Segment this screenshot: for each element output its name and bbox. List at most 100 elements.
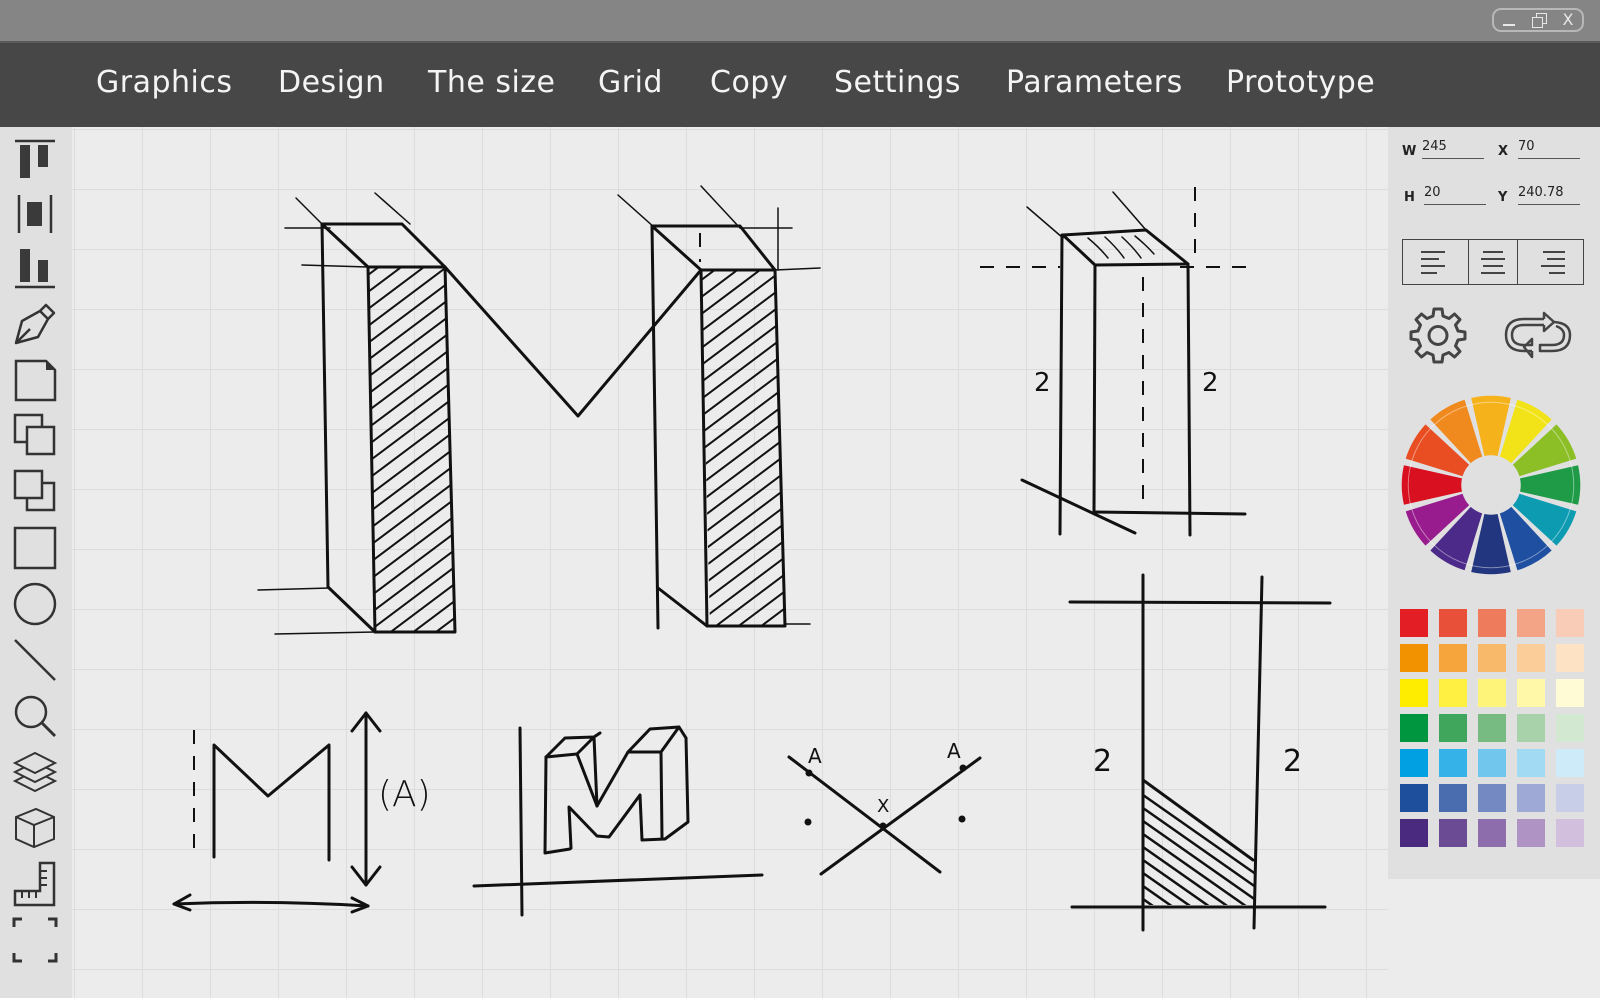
x-field[interactable]: X 70 (1498, 139, 1580, 159)
fullscreen-icon (12, 917, 58, 963)
width-input[interactable]: 245 (1422, 139, 1484, 159)
color-swatch[interactable] (1517, 714, 1545, 742)
column-front-view-sketch: 2 2 (1068, 573, 1332, 932)
pen-tool[interactable] (10, 299, 60, 349)
hatch-line (1143, 793, 1255, 879)
3d-m-block-sketch (472, 725, 764, 917)
point-label-x: X (877, 796, 889, 817)
menu-bar: Graphics Design The size Grid Copy Setti… (0, 41, 1600, 127)
color-swatch[interactable] (1439, 609, 1467, 637)
color-swatch[interactable] (1478, 714, 1506, 742)
dimension-label: 2 (1283, 744, 1302, 779)
color-swatch[interactable] (1439, 749, 1467, 777)
rectangle-tool[interactable] (10, 523, 60, 573)
dimension-label: 2 (1202, 368, 1219, 398)
zoom-tool[interactable] (10, 691, 60, 741)
title-bar: X (0, 0, 1600, 41)
height-label: H (1404, 190, 1415, 205)
hatch-line (368, 267, 455, 399)
fullscreen-tool[interactable] (10, 915, 60, 965)
color-wheel[interactable] (1398, 392, 1584, 578)
color-swatch[interactable] (1556, 819, 1584, 847)
color-swatch[interactable] (1439, 819, 1467, 847)
minimize-button[interactable] (1502, 24, 1515, 26)
ruler-tool[interactable] (10, 859, 60, 909)
color-swatch[interactable] (1556, 609, 1584, 637)
color-swatch[interactable] (1400, 749, 1428, 777)
sketch-layer: 2 2 2 2 (A) A A X (172, 127, 1332, 932)
line-tool[interactable] (10, 635, 60, 685)
hatch-line (340, 127, 820, 160)
color-swatch[interactable] (1517, 819, 1545, 847)
ellipse-tool[interactable] (10, 579, 60, 629)
text-align-group (1402, 239, 1584, 285)
y-field[interactable]: Y 240.78 (1498, 185, 1580, 205)
color-swatch[interactable] (1517, 679, 1545, 707)
color-swatch[interactable] (1478, 819, 1506, 847)
send-backward-tool[interactable] (10, 467, 60, 517)
bring-forward-tool[interactable] (10, 411, 60, 461)
color-swatch[interactable] (1517, 784, 1545, 812)
hatch-line (368, 267, 455, 314)
ellipse-icon (13, 582, 57, 626)
menu-item-grid[interactable]: Grid (598, 65, 663, 100)
color-swatch[interactable] (1400, 819, 1428, 847)
align-right-button[interactable] (1518, 240, 1583, 284)
cross-points-sketch: A A X (787, 739, 982, 876)
color-swatch[interactable] (1439, 714, 1467, 742)
color-swatch[interactable] (1400, 714, 1428, 742)
gear-icon[interactable] (1408, 305, 1468, 365)
menu-item-settings[interactable]: Settings (834, 65, 961, 100)
close-button[interactable]: X (1563, 12, 1574, 28)
3d-cube-tool[interactable] (10, 803, 60, 853)
hatch-line (701, 377, 785, 626)
align-bottom-tool[interactable] (10, 243, 60, 293)
color-swatch[interactable] (1556, 644, 1584, 672)
color-swatch[interactable] (1517, 749, 1545, 777)
hatch-line (340, 127, 820, 262)
drawing-canvas[interactable]: 2 2 2 2 (A) A A X (72, 127, 1388, 998)
y-input[interactable]: 240.78 (1518, 185, 1580, 205)
menu-item-design[interactable]: Design (278, 65, 385, 100)
color-swatch[interactable] (1478, 609, 1506, 637)
color-swatch[interactable] (1400, 679, 1428, 707)
color-swatch[interactable] (1478, 784, 1506, 812)
color-swatch[interactable] (1556, 714, 1584, 742)
menu-item-copy[interactable]: Copy (710, 65, 788, 100)
pen-tool-icon (14, 303, 56, 345)
zoom-icon (14, 695, 57, 738)
color-swatch[interactable] (1556, 749, 1584, 777)
hatch-line (701, 564, 785, 626)
color-swatch[interactable] (1517, 609, 1545, 637)
height-field[interactable]: H 20 (1404, 185, 1486, 205)
color-swatch[interactable] (1439, 644, 1467, 672)
layers-tool[interactable] (10, 747, 60, 797)
align-top-tool[interactable] (10, 135, 60, 185)
color-swatch[interactable] (1556, 679, 1584, 707)
hatch-line (701, 270, 785, 314)
color-swatch[interactable] (1517, 644, 1545, 672)
color-swatch[interactable] (1400, 784, 1428, 812)
menu-item-parameters[interactable]: Parameters (1006, 65, 1183, 100)
width-field[interactable]: W 245 (1402, 139, 1484, 159)
color-swatch[interactable] (1478, 679, 1506, 707)
color-swatch[interactable] (1478, 749, 1506, 777)
color-swatch[interactable] (1400, 644, 1428, 672)
menu-item-graphics[interactable]: Graphics (96, 65, 232, 100)
sync-icon[interactable] (1500, 305, 1576, 365)
x-input[interactable]: 70 (1518, 139, 1580, 159)
menu-item-prototype[interactable]: Prototype (1226, 65, 1375, 100)
color-swatch[interactable] (1478, 644, 1506, 672)
align-left-button[interactable] (1403, 240, 1470, 284)
color-swatch[interactable] (1439, 679, 1467, 707)
new-page-tool[interactable] (10, 355, 60, 405)
color-swatch[interactable] (1400, 609, 1428, 637)
color-swatch[interactable] (1556, 784, 1584, 812)
align-center-tool[interactable] (10, 189, 60, 239)
3d-letter-m-sketch (257, 127, 821, 635)
restore-button[interactable] (1531, 13, 1547, 28)
align-center-button[interactable] (1469, 240, 1518, 284)
menu-item-the-size[interactable]: The size (428, 65, 556, 100)
height-input[interactable]: 20 (1424, 185, 1486, 205)
color-swatch[interactable] (1439, 784, 1467, 812)
